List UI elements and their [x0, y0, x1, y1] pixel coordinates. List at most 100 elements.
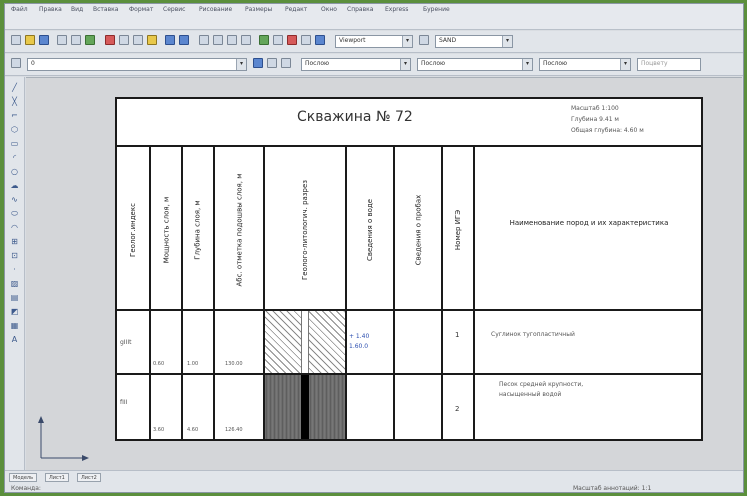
viewport-combo-value: Viewport [339, 37, 366, 44]
insert-block-icon[interactable]: ⊞ [9, 237, 20, 247]
linetype-combo[interactable]: Послою ▾ [417, 58, 533, 71]
row1-thickness: 0.60 [153, 361, 165, 367]
properties-icon[interactable] [259, 35, 269, 45]
match-properties-icon[interactable] [147, 35, 157, 45]
hatch-icon[interactable]: ▨ [9, 279, 20, 289]
info-line: Глубина 9.41 м [571, 116, 619, 123]
chevron-down-icon: ▾ [502, 36, 512, 47]
menu-help[interactable]: Справка [347, 6, 373, 13]
print-icon[interactable] [57, 35, 67, 45]
menu-modify[interactable]: Редакт [285, 6, 307, 13]
polygon-icon[interactable]: ⬡ [9, 125, 20, 135]
row2-description-line2: насыщенный водой [499, 391, 562, 398]
layer-manager-icon[interactable] [11, 58, 21, 68]
calculator-icon[interactable] [301, 35, 311, 45]
table-icon[interactable]: ▦ [9, 321, 20, 331]
row2-borehole-lane [301, 375, 309, 439]
multiline-text-icon[interactable]: A [9, 335, 20, 345]
menu-file[interactable]: Файл [11, 6, 28, 13]
help-icon[interactable] [315, 35, 325, 45]
color-combo[interactable]: Послою ▾ [301, 58, 411, 71]
menu-edit[interactable]: Правка [39, 6, 62, 13]
paste-icon[interactable] [133, 35, 143, 45]
status-bar: Модель Лист1 Лист2 Команда: Масштаб анно… [5, 470, 743, 492]
plot-style-combo[interactable]: Поцвету [637, 58, 701, 71]
ucs-icon [38, 416, 89, 461]
text-style-icon[interactable] [419, 35, 429, 45]
menu-draw[interactable]: Рисование [199, 6, 232, 13]
arc-icon[interactable]: ◜ [9, 153, 20, 163]
gradient-icon[interactable]: ▤ [9, 293, 20, 303]
column-header: Геолог.индекс [117, 151, 149, 309]
menu-bar: Файл Правка Вид Вставка Формат Сервис Ри… [5, 4, 743, 30]
menu-tools[interactable]: Сервис [163, 6, 185, 13]
point-icon[interactable]: · [9, 265, 20, 275]
layers-toolbar: 0 ▾ Послою ▾ Послою ▾ Послою ▾ Поцвету [5, 54, 743, 76]
tab-layout1[interactable]: Лист1 [45, 473, 69, 482]
menu-view[interactable]: Вид [71, 6, 83, 13]
column-header-label: Номер ИГЭ [454, 209, 463, 251]
tab-layout2[interactable]: Лист2 [77, 473, 101, 482]
layer-combo[interactable]: 0 ▾ [27, 58, 247, 71]
make-block-icon[interactable]: ⊡ [9, 251, 20, 261]
column-header: Номер ИГЭ [443, 151, 473, 309]
layer-previous-icon[interactable] [267, 58, 277, 68]
color-combo-value: Послою [305, 60, 330, 67]
layer-combo-value: 0 [31, 60, 35, 67]
standard-toolbar: Viewport ▾ SAND ▾ [5, 31, 743, 53]
column-header: Мощность слоя, м [151, 151, 181, 309]
zoom-realtime-icon[interactable] [213, 35, 223, 45]
rectangle-icon[interactable]: ▭ [9, 139, 20, 149]
construction-line-icon[interactable]: ╳ [9, 97, 20, 107]
lineweight-combo[interactable]: Послою ▾ [539, 58, 631, 71]
column-header-label: Абс. отметка подошвы слоя, м [235, 173, 244, 287]
menu-window[interactable]: Окно [321, 6, 337, 13]
zoom-previous-icon[interactable] [241, 35, 251, 45]
menu-format[interactable]: Формат [129, 6, 153, 13]
row1-water-level: + 1.40 [349, 333, 370, 340]
annotation-scale[interactable]: Масштаб аннотаций: 1:1 [573, 485, 651, 492]
zoom-window-icon[interactable] [227, 35, 237, 45]
menu-drilling[interactable]: Бурение [423, 6, 450, 13]
columns-divider [117, 309, 701, 311]
open-file-icon[interactable] [25, 35, 35, 45]
chevron-down-icon: ▾ [236, 59, 246, 70]
menu-insert[interactable]: Вставка [93, 6, 118, 13]
undo-icon[interactable] [165, 35, 175, 45]
command-prompt[interactable]: Команда: [11, 485, 41, 492]
draw-toolbar: ╱ ╳ ⌐ ⬡ ▭ ◜ ○ ☁ ∿ ⬭ ◠ ⊞ ⊡ · ▨ ▤ ◩ ▦ A [5, 77, 25, 470]
publish-icon[interactable] [85, 35, 95, 45]
column-header-label: Сведения о пробах [414, 194, 422, 266]
revision-cloud-icon[interactable]: ☁ [9, 181, 20, 191]
save-icon[interactable] [39, 35, 49, 45]
tool-palettes-icon[interactable] [287, 35, 297, 45]
copy-icon[interactable] [119, 35, 129, 45]
text-style-combo-value: SAND [439, 37, 457, 44]
application-window: Файл Правка Вид Вставка Формат Сервис Ри… [4, 3, 744, 493]
menu-dimension[interactable]: Размеры [245, 6, 272, 13]
tab-model[interactable]: Модель [9, 473, 38, 482]
region-icon[interactable]: ◩ [9, 307, 20, 317]
viewport-combo[interactable]: Viewport ▾ [335, 35, 413, 48]
row2-depth: 4.60 [187, 427, 199, 433]
chevron-down-icon: ▾ [400, 59, 410, 70]
make-current-layer-icon[interactable] [253, 58, 263, 68]
ellipse-icon[interactable]: ⬭ [9, 209, 20, 219]
row1-water-depth: 1.60.0 [349, 343, 369, 350]
column-header-label: Геолог.индекс [129, 203, 137, 257]
circle-icon[interactable]: ○ [9, 167, 20, 177]
design-center-icon[interactable] [273, 35, 283, 45]
redo-icon[interactable] [179, 35, 189, 45]
new-file-icon[interactable] [11, 35, 21, 45]
line-icon[interactable]: ╱ [9, 83, 20, 93]
polyline-icon[interactable]: ⌐ [9, 111, 20, 121]
ellipse-arc-icon[interactable]: ◠ [9, 223, 20, 233]
menu-express[interactable]: Express [385, 6, 408, 13]
layer-states-icon[interactable] [281, 58, 291, 68]
cut-icon[interactable] [105, 35, 115, 45]
spline-icon[interactable]: ∿ [9, 195, 20, 205]
text-style-combo[interactable]: SAND ▾ [435, 35, 513, 48]
pan-icon[interactable] [199, 35, 209, 45]
preview-icon[interactable] [71, 35, 81, 45]
row1-ige: 1 [455, 331, 460, 339]
